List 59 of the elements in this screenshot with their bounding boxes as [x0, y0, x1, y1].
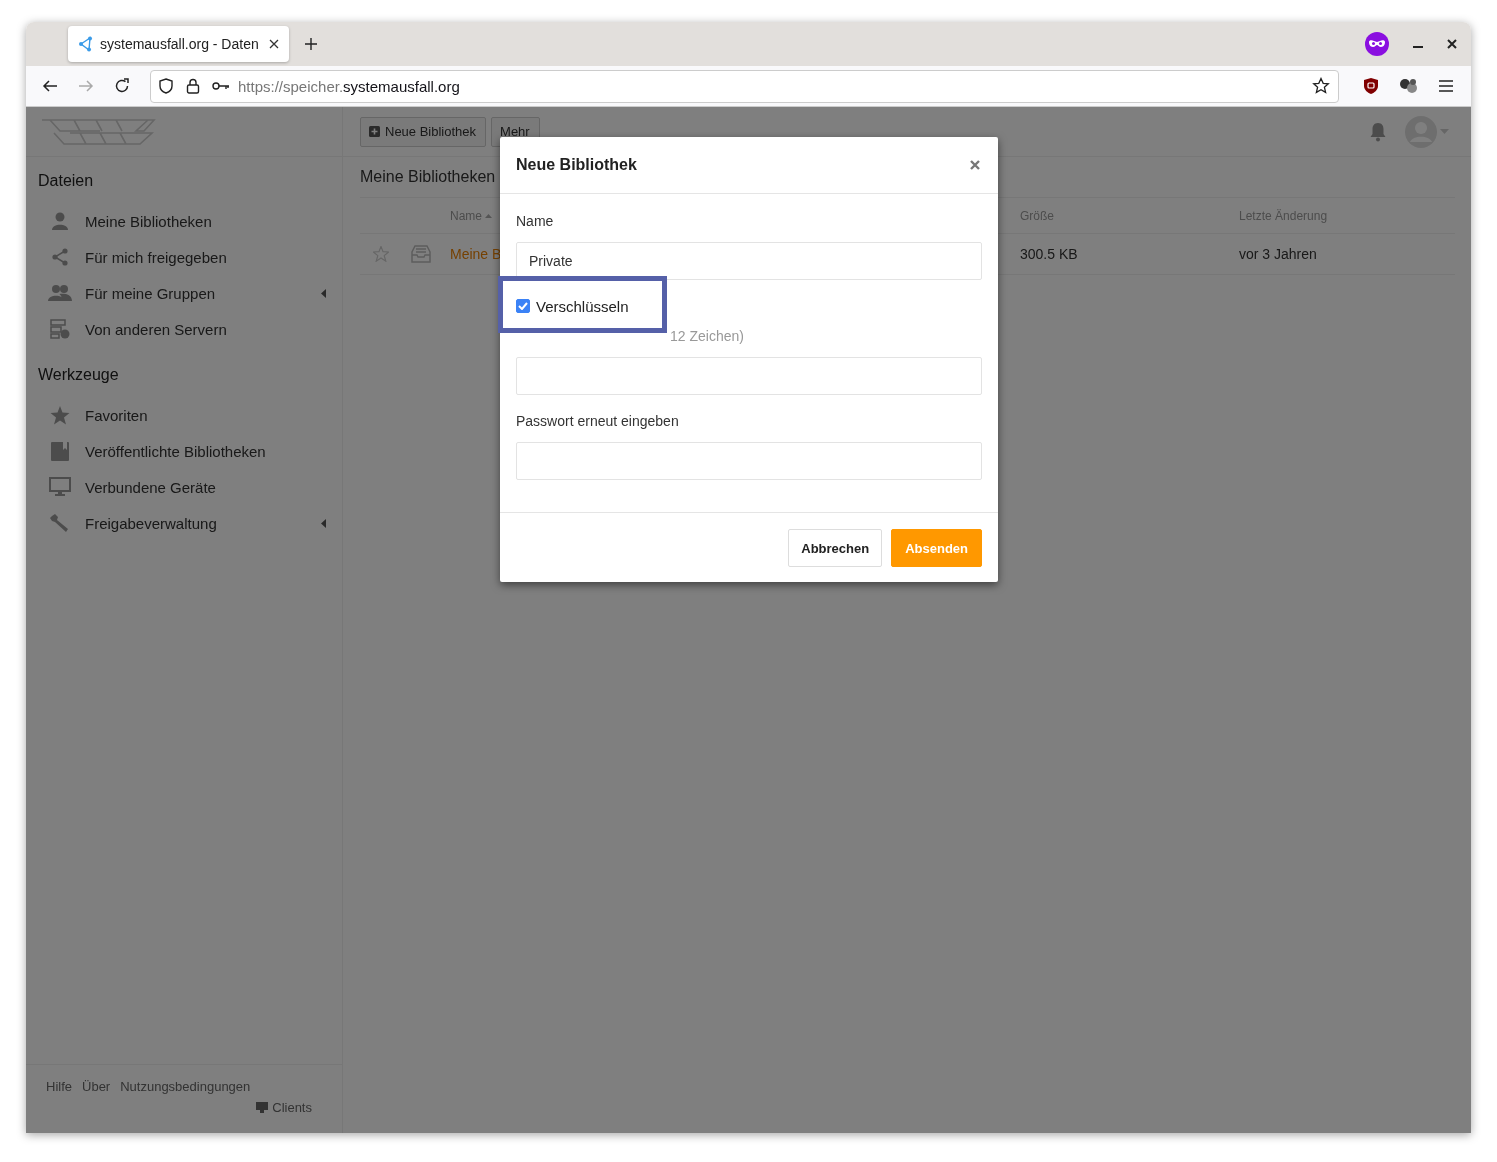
sort-caret-icon: [485, 213, 492, 218]
mask-icon[interactable]: [1365, 32, 1389, 56]
sidebar-item[interactable]: Für meine Gruppen: [26, 275, 342, 311]
close-icon[interactable]: [1447, 39, 1457, 49]
back-icon[interactable]: [42, 78, 58, 94]
footer-link[interactable]: Über: [82, 1079, 111, 1094]
dialog-title: Neue Bibliothek: [516, 156, 637, 174]
caret-icon[interactable]: [321, 518, 326, 528]
sidebar-item[interactable]: Favoriten: [26, 397, 342, 433]
section-heading: Dateien: [37, 171, 95, 191]
lock-icon[interactable]: [186, 78, 200, 94]
table-cell-text: 300.5 KB: [1019, 246, 1078, 262]
sidebar-item[interactable]: Für mich freigegeben: [26, 239, 342, 275]
monitor-icon: [256, 1102, 269, 1113]
password-field[interactable]: [516, 357, 982, 395]
sidebar-item[interactable]: Veröffentlichte Bibliotheken: [26, 433, 342, 469]
people-icon: [48, 284, 72, 302]
url-text: https://speicher.systemausfall.org: [238, 77, 460, 95]
library-icon: [411, 245, 431, 263]
browser-tab[interactable]: systemausfall.org - Daten: [68, 26, 289, 62]
monitor-icon: [49, 477, 71, 497]
footer-link[interactable]: Nutzungsbedingungen: [120, 1079, 251, 1094]
shield-icon[interactable]: [158, 78, 174, 94]
close-icon[interactable]: [269, 39, 279, 49]
share-icon: [51, 248, 69, 266]
plus-icon: [369, 126, 380, 137]
toolbar-button[interactable]: Neue Bibliothek: [360, 116, 487, 147]
sidebar-item[interactable]: Freigabeverwaltung: [26, 505, 342, 541]
field-label: Passwort erneut eingeben: [516, 412, 680, 431]
caret-icon[interactable]: [321, 288, 326, 298]
star-icon: [50, 405, 70, 425]
menu-icon[interactable]: [1439, 80, 1453, 92]
clients-link[interactable]: Clients: [256, 1100, 312, 1115]
star-icon[interactable]: [1312, 77, 1330, 95]
new-tab-icon[interactable]: [304, 37, 318, 51]
share-icon: [78, 36, 94, 52]
page-heading: Meine Bibliotheken: [360, 168, 496, 186]
person-icon: [51, 212, 69, 230]
table-cell-text: vor 3 Jahren: [1238, 246, 1317, 262]
shield-icon[interactable]: [1363, 77, 1379, 95]
book-icon: [51, 441, 69, 461]
cancel-button[interactable]: Abbrechen: [788, 529, 883, 567]
sidebar-item[interactable]: Meine Bibliotheken: [26, 203, 342, 239]
section-heading: Werkzeuge: [37, 365, 120, 385]
balls-icon[interactable]: [1399, 77, 1419, 95]
checkbox[interactable]: [516, 299, 530, 313]
password-field[interactable]: [516, 442, 982, 480]
field-hint: 12 Zeichen): [670, 328, 744, 344]
server-icon: [50, 319, 70, 339]
reload-icon[interactable]: [114, 78, 130, 94]
key-icon[interactable]: [212, 81, 230, 91]
checkbox-label[interactable]: Verschlüsseln: [536, 297, 629, 315]
sidebar-item[interactable]: Von anderen Servern: [26, 311, 342, 347]
tab-title: systemausfall.org - Daten: [100, 36, 260, 52]
footer-link[interactable]: Hilfe: [46, 1079, 72, 1094]
field-label: Name: [516, 212, 555, 231]
wrench-icon: [50, 513, 70, 533]
sidebar-item[interactable]: Verbundene Geräte: [26, 469, 342, 505]
address-bar[interactable]: https://speicher.systemausfall.org: [150, 69, 1339, 103]
